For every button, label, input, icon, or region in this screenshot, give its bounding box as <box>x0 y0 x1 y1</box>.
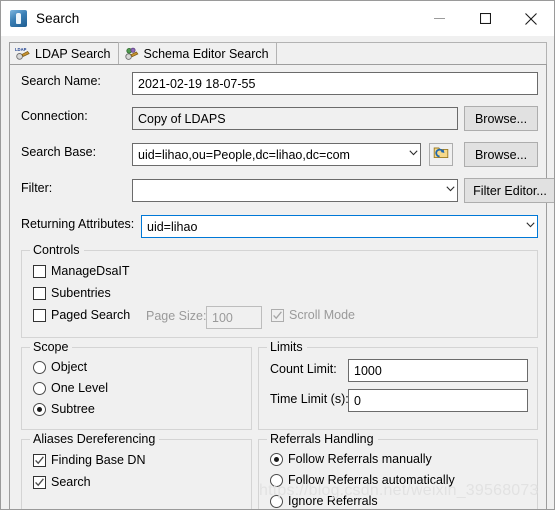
radio-scope-object[interactable]: Object <box>33 360 87 374</box>
search-base-label: Search Base: <box>21 145 97 159</box>
radio-ignore-referrals[interactable]: Ignore Referrals <box>270 494 378 508</box>
controls-group: Controls ManageDsaIT Subentries Paged Se… <box>21 243 538 338</box>
checkbox-checked-icon <box>33 475 46 489</box>
radio-ignore-referrals-label: Ignore Referrals <box>288 494 378 508</box>
filter-row: Filter: <box>21 181 136 195</box>
radio-icon <box>33 360 46 374</box>
returning-attributes-row: Returning Attributes: <box>21 217 141 231</box>
radio-scope-one-level[interactable]: One Level <box>33 381 108 395</box>
checkbox-checked-icon <box>33 453 46 467</box>
ldap-search-panel: Search Name: 2021-02-19 18-07-55 Connect… <box>9 64 554 509</box>
minimize-button[interactable] <box>416 1 462 36</box>
time-limit-input[interactable]: 0 <box>348 389 528 412</box>
count-limit-label-wrap: Count Limit: <box>270 362 337 376</box>
checkbox-managedsait[interactable]: ManageDsaIT <box>33 264 130 278</box>
checkbox-finding-base-dn[interactable]: Finding Base DN <box>33 453 146 467</box>
returning-attributes-combo[interactable]: uid=lihao <box>141 215 538 238</box>
filter-label: Filter: <box>21 181 53 195</box>
checkbox-scroll-mode[interactable]: Scroll Mode <box>271 308 355 322</box>
count-limit-input[interactable]: 1000 <box>348 359 528 382</box>
aliases-dereferencing-group-title: Aliases Dereferencing <box>30 432 160 446</box>
tab-ldap-search[interactable]: LDAP LDAP Search <box>9 42 119 65</box>
ldap-search-icon: LDAP <box>15 46 31 62</box>
checkbox-alias-search[interactable]: Search <box>33 475 91 489</box>
controls-group-title: Controls <box>30 243 84 257</box>
checkbox-paged-search-label: Paged Search <box>51 308 131 322</box>
maximize-icon <box>479 13 491 24</box>
limits-group: Limits Count Limit: 1000 Time Limit (s):… <box>258 340 538 430</box>
tab-ldap-search-label: LDAP Search <box>35 47 111 61</box>
search-dialog: Search LDAP LDAP Search Schema Editor Se… <box>0 0 555 510</box>
checkbox-icon <box>33 264 46 278</box>
connection-value: Copy of LDAPS <box>132 107 458 130</box>
checkbox-managedsait-label: ManageDsaIT <box>51 264 130 278</box>
radio-follow-referrals-automatically-label: Follow Referrals automatically <box>288 473 455 487</box>
checkbox-checked-disabled-icon <box>271 308 284 322</box>
refresh-folder-icon <box>433 144 449 165</box>
radio-icon <box>270 473 283 487</box>
title-bar: Search <box>1 1 554 36</box>
radio-icon <box>33 381 46 395</box>
search-base-row: Search Base: <box>21 145 136 159</box>
scope-group-title: Scope <box>30 340 73 354</box>
connection-label: Connection: <box>21 109 88 123</box>
checkbox-finding-base-dn-label: Finding Base DN <box>51 453 146 467</box>
scope-group: Scope Object One Level Subtree <box>21 340 252 430</box>
search-base-refresh-button[interactable] <box>429 143 453 166</box>
radio-follow-referrals-automatically[interactable]: Follow Referrals automatically <box>270 473 455 487</box>
tab-schema-editor-search-label: Schema Editor Search <box>143 47 269 61</box>
maximize-button[interactable] <box>462 1 508 36</box>
search-base-combo[interactable]: uid=lihao,ou=People,dc=lihao,dc=com <box>132 143 421 166</box>
referrals-handling-group: Referrals Handling Follow Referrals manu… <box>258 432 538 509</box>
time-limit-label: Time Limit (s): <box>270 392 349 406</box>
minimize-icon <box>433 18 445 19</box>
time-limit-label-wrap: Time Limit (s): <box>270 392 349 406</box>
referrals-handling-group-title: Referrals Handling <box>267 432 378 446</box>
returning-attributes-label: Returning Attributes: <box>21 217 135 231</box>
search-name-input[interactable]: 2021-02-19 18-07-55 <box>132 72 538 95</box>
page-size-input[interactable]: 100 <box>206 306 262 329</box>
checkbox-scroll-mode-label: Scroll Mode <box>289 308 355 322</box>
page-size-label: Page Size: <box>146 309 207 323</box>
aliases-dereferencing-group: Aliases Dereferencing Finding Base DN Se… <box>21 432 252 509</box>
radio-follow-referrals-manually[interactable]: Follow Referrals manually <box>270 452 432 466</box>
checkbox-icon <box>33 308 46 322</box>
count-limit-label: Count Limit: <box>270 362 337 376</box>
checkbox-icon <box>33 286 46 300</box>
limits-group-title: Limits <box>267 340 307 354</box>
radio-selected-icon <box>270 452 283 466</box>
filter-combo[interactable] <box>132 179 458 202</box>
svg-text:LDAP: LDAP <box>15 47 27 52</box>
close-icon <box>525 12 537 25</box>
close-button[interactable] <box>508 1 554 36</box>
window-title: Search <box>36 11 80 26</box>
search-app-icon <box>10 10 27 27</box>
filter-editor-button[interactable]: Filter Editor... <box>464 178 554 203</box>
connection-browse-button[interactable]: Browse... <box>464 106 538 131</box>
tab-strip: LDAP LDAP Search Schema Editor Search <box>9 41 547 65</box>
search-name-label: Search Name: <box>21 74 101 88</box>
checkbox-alias-search-label: Search <box>51 475 91 489</box>
tab-strip-filler <box>275 42 547 65</box>
radio-scope-subtree[interactable]: Subtree <box>33 402 95 416</box>
page-size-label-wrap: Page Size: <box>146 309 206 323</box>
radio-scope-object-label: Object <box>51 360 88 374</box>
checkbox-paged-search[interactable]: Paged Search <box>33 308 130 322</box>
radio-icon <box>270 494 283 508</box>
radio-selected-icon <box>33 402 46 416</box>
radio-scope-subtree-label: Subtree <box>51 402 95 416</box>
checkbox-subentries-label: Subentries <box>51 286 111 300</box>
search-name-row: Search Name: <box>21 74 136 88</box>
search-base-value: uid=lihao,ou=People,dc=lihao,dc=com <box>138 147 350 162</box>
radio-scope-one-level-label: One Level <box>51 381 108 395</box>
schema-editor-search-icon <box>124 46 140 62</box>
search-base-browse-button[interactable]: Browse... <box>464 142 538 167</box>
connection-row: Connection: <box>21 109 136 123</box>
tab-schema-editor-search[interactable]: Schema Editor Search <box>117 42 277 65</box>
radio-follow-referrals-manually-label: Follow Referrals manually <box>288 452 432 466</box>
checkbox-subentries[interactable]: Subentries <box>33 286 111 300</box>
window-controls <box>416 1 554 36</box>
returning-attributes-value: uid=lihao <box>147 219 198 234</box>
